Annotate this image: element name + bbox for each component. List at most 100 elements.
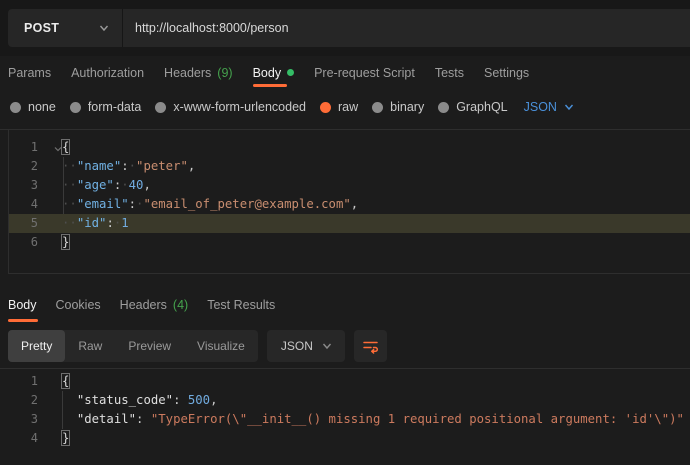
- method-select[interactable]: POST: [8, 9, 123, 47]
- line-number: 2: [9, 157, 38, 176]
- view-raw[interactable]: Raw: [65, 330, 115, 362]
- code-line[interactable]: 4 ··"email":·"email_of_peter@example.com"…: [9, 195, 690, 214]
- code-line[interactable]: 1{: [9, 138, 690, 157]
- code-token: }: [62, 235, 69, 249]
- code-token: "id": [77, 216, 107, 230]
- code-token: "peter": [136, 159, 188, 173]
- code-line-content: }: [62, 233, 69, 252]
- code-line[interactable]: 3 "detail": "TypeError(\"__init__() miss…: [0, 410, 690, 429]
- view-switcher: Pretty Raw Preview Visualize: [8, 330, 258, 362]
- request-tabs: Params Authorization Headers(9) Body Pre…: [8, 58, 529, 87]
- radio-icon: [372, 102, 383, 113]
- body-type-row: none form-data x-www-form-urlencoded raw…: [10, 92, 575, 122]
- line-number: 1: [9, 138, 38, 157]
- code-token: {: [62, 374, 69, 388]
- code-token: 1: [121, 216, 128, 230]
- code-token: :: [136, 412, 151, 426]
- response-body-viewer[interactable]: 1{2 "status_code": 500,3 "detail": "Type…: [0, 369, 690, 465]
- body-type-x-www-form-urlencoded[interactable]: x-www-form-urlencoded: [155, 100, 306, 114]
- view-visualize[interactable]: Visualize: [184, 330, 258, 362]
- body-modified-dot-icon: [287, 69, 294, 76]
- code-token: "status_code": [77, 393, 173, 407]
- active-tab-underline: [253, 84, 287, 87]
- response-tab-headers[interactable]: Headers(4): [120, 288, 189, 322]
- code-line[interactable]: 3··"age":·40,: [9, 176, 690, 195]
- active-tab-underline: [8, 319, 38, 322]
- tab-settings[interactable]: Settings: [484, 58, 529, 87]
- response-language-select[interactable]: JSON: [267, 330, 345, 362]
- body-type-graphql[interactable]: GraphQL: [438, 100, 507, 114]
- wrap-text-icon: [362, 338, 379, 354]
- code-token: ··: [62, 178, 77, 192]
- code-line-content: "detail": "TypeError(\"__init__() missin…: [62, 410, 684, 429]
- tab-body[interactable]: Body: [253, 58, 295, 87]
- tab-pre-request-script[interactable]: Pre-request Script: [314, 58, 415, 87]
- code-token: ·: [129, 159, 136, 173]
- line-number: 3: [0, 410, 38, 429]
- tab-authorization[interactable]: Authorization: [71, 58, 144, 87]
- code-line[interactable]: 6}: [9, 233, 690, 252]
- tab-tests[interactable]: Tests: [435, 58, 464, 87]
- code-token: ··: [62, 216, 77, 230]
- chevron-down-icon: [321, 340, 333, 352]
- request-url-bar: POST http://localhost:8000/person: [8, 9, 690, 47]
- response-toolbar: Pretty Raw Preview Visualize JSON: [8, 330, 387, 362]
- code-token: ··: [62, 197, 77, 211]
- headers-count: (9): [217, 66, 232, 80]
- chevron-down-icon: [98, 22, 110, 34]
- code-token: :: [129, 197, 136, 211]
- code-token: ,: [210, 393, 217, 407]
- code-token: ,: [143, 178, 150, 192]
- body-type-form-data[interactable]: form-data: [70, 100, 142, 114]
- code-token: :: [173, 393, 188, 407]
- tab-params[interactable]: Params: [8, 58, 51, 87]
- code-token: "TypeError(\"__init__() missing 1 requir…: [151, 412, 684, 426]
- response-tab-cookies[interactable]: Cookies: [56, 288, 101, 322]
- code-line[interactable]: 5 ··"id":·1: [9, 214, 690, 233]
- code-line[interactable]: 4}: [0, 429, 690, 448]
- view-preview[interactable]: Preview: [115, 330, 184, 362]
- code-line-content: ··"id":·1: [62, 214, 129, 233]
- code-line[interactable]: 2 "status_code": 500,: [0, 391, 690, 410]
- line-number: 4: [9, 195, 38, 214]
- url-input[interactable]: http://localhost:8000/person: [123, 21, 289, 35]
- tab-headers[interactable]: Headers(9): [164, 58, 233, 87]
- code-line[interactable]: 1{: [0, 372, 690, 391]
- wrap-text-button[interactable]: [354, 330, 387, 362]
- response-headers-count: (4): [173, 298, 188, 312]
- code-token: ··: [62, 159, 77, 173]
- code-line-content: ··"name":·"peter",: [62, 157, 195, 176]
- code-token: ,: [188, 159, 195, 173]
- code-line[interactable]: 2··"name":·"peter",: [9, 157, 690, 176]
- body-type-raw[interactable]: raw: [320, 100, 358, 114]
- code-line-content: ··"age":·40,: [62, 176, 151, 195]
- code-token: ,: [351, 197, 358, 211]
- line-number: 2: [0, 391, 38, 410]
- response-tab-test-results[interactable]: Test Results: [207, 288, 275, 322]
- code-line-content: }: [62, 429, 69, 448]
- raw-language-select[interactable]: JSON: [524, 100, 575, 114]
- method-label: POST: [24, 21, 59, 35]
- code-line-content: "status_code": 500,: [62, 391, 218, 410]
- view-pretty[interactable]: Pretty: [8, 330, 65, 362]
- line-number: 5: [9, 214, 38, 233]
- line-number: 1: [0, 372, 38, 391]
- radio-icon: [70, 102, 81, 113]
- line-number: 4: [0, 429, 38, 448]
- radio-icon: [438, 102, 449, 113]
- code-line-content: ··"email":·"email_of_peter@example.com",: [62, 195, 358, 214]
- code-token: 40: [129, 178, 144, 192]
- body-type-none[interactable]: none: [10, 100, 56, 114]
- code-token: 500: [188, 393, 210, 407]
- code-token: }: [62, 431, 69, 445]
- fold-chevron-icon[interactable]: [53, 141, 65, 153]
- code-token: ·: [121, 178, 128, 192]
- request-body-editor[interactable]: 1{2··"name":·"peter",3··"age":·40,4··"em…: [8, 130, 690, 274]
- radio-selected-icon: [320, 102, 331, 113]
- code-token: [62, 393, 77, 407]
- code-token: "name": [77, 159, 121, 173]
- body-type-binary[interactable]: binary: [372, 100, 424, 114]
- response-tab-body[interactable]: Body: [8, 288, 37, 322]
- code-token: "age": [77, 178, 114, 192]
- chevron-down-icon: [563, 101, 575, 113]
